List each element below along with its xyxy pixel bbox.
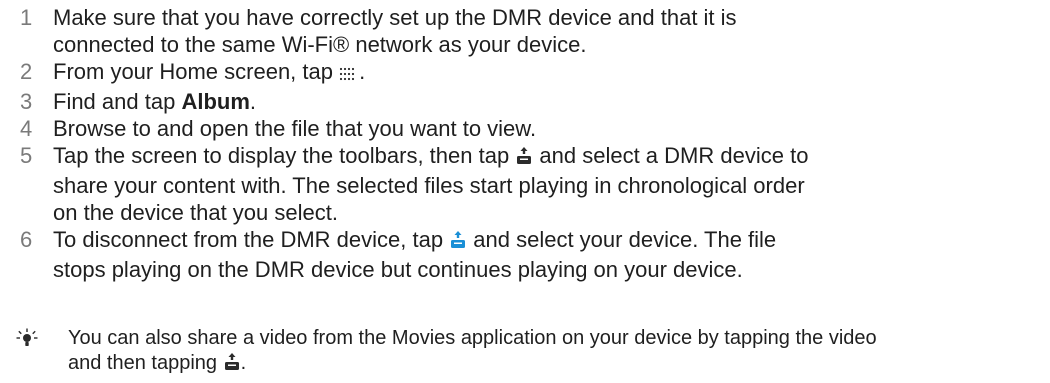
step-number: 6 bbox=[20, 227, 33, 252]
tip-note: You can also share a video from the Movi… bbox=[16, 326, 1036, 379]
step-2: 2 From your Home screen, tap . bbox=[20, 58, 1030, 88]
step-text: Find and tap Album. bbox=[53, 88, 1030, 115]
step-3: 3 Find and tap Album. bbox=[20, 88, 1030, 115]
step-number: 1 bbox=[20, 5, 33, 30]
share-screen-active-icon bbox=[449, 229, 467, 256]
help-page: 1 Make sure that you have correctly set … bbox=[0, 0, 1050, 383]
step-text: Tap the screen to display the toolbars, … bbox=[53, 142, 1030, 226]
tip-text: You can also share a video from the Movi… bbox=[68, 326, 1036, 379]
step-text-segment: To disconnect from the DMR device, tap bbox=[53, 227, 450, 252]
step-text: Browse to and open the file that you wan… bbox=[53, 116, 537, 141]
step-text-line: Make sure that you have correctly set up… bbox=[53, 5, 737, 30]
album-app-name: Album bbox=[181, 89, 250, 114]
tip-text-segment: . bbox=[240, 352, 247, 374]
step-6: 6 To disconnect from the DMR device, tap… bbox=[20, 226, 1030, 283]
step-text-line: share your content with. The selected fi… bbox=[53, 173, 805, 198]
step-text: To disconnect from the DMR device, tap a… bbox=[53, 226, 1030, 283]
step-number: 3 bbox=[20, 89, 33, 114]
tip-text-segment: and then tapping bbox=[68, 352, 223, 374]
step-5: 5 Tap the screen to display the toolbars… bbox=[20, 142, 1030, 226]
apps-grid-icon bbox=[339, 61, 359, 88]
step-text-segment: . bbox=[249, 89, 257, 114]
step-text-line: connected to the same Wi-Fi® network as … bbox=[53, 32, 587, 57]
step-1: 1 Make sure that you have correctly set … bbox=[20, 4, 1030, 58]
step-text-segment: Tap the screen to display the toolbars, … bbox=[53, 143, 516, 168]
step-text: Make sure that you have correctly set up… bbox=[53, 4, 1030, 58]
step-text-segment: From your Home screen, tap bbox=[53, 59, 340, 84]
step-text-line: stops playing on the DMR device but cont… bbox=[53, 257, 743, 282]
step-text-line: on the device that you select. bbox=[53, 200, 338, 225]
lightbulb-tip-icon bbox=[16, 326, 68, 357]
step-text-segment: and select a DMR device to bbox=[533, 143, 809, 168]
step-list: 1 Make sure that you have correctly set … bbox=[20, 4, 1030, 283]
step-text: From your Home screen, tap . bbox=[53, 58, 1030, 88]
step-text-segment: Find and tap bbox=[53, 89, 182, 114]
step-text-segment: and select your device. The file bbox=[467, 227, 777, 252]
step-number: 4 bbox=[20, 116, 33, 141]
step-number: 2 bbox=[20, 59, 33, 84]
step-text-segment: . bbox=[359, 59, 366, 84]
step-number: 5 bbox=[20, 143, 33, 168]
share-screen-icon bbox=[223, 352, 241, 379]
step-4: 4 Browse to and open the file that you w… bbox=[20, 115, 1030, 142]
tip-text-line: You can also share a video from the Movi… bbox=[68, 327, 877, 349]
share-screen-icon bbox=[515, 145, 533, 172]
